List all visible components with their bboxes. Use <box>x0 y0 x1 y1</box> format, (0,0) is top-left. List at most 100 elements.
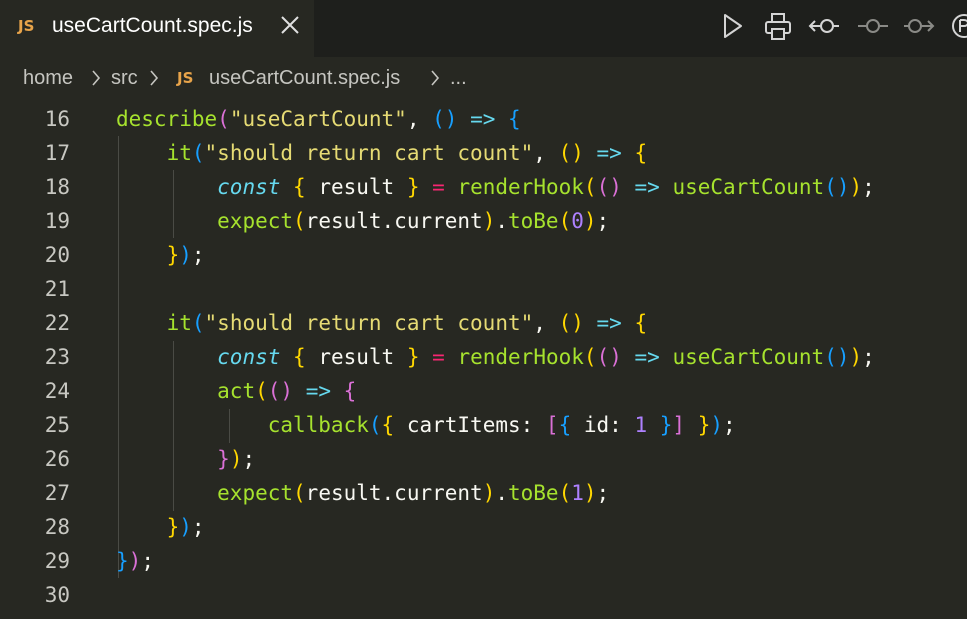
code-token: { <box>508 107 521 131</box>
current-change-icon[interactable] <box>856 11 890 43</box>
code-token: = <box>432 175 445 199</box>
more-icon[interactable] <box>948 11 967 43</box>
code-token: ( <box>191 141 205 165</box>
code-line[interactable]: act(() => { <box>116 374 356 408</box>
code-token: 1 <box>571 481 584 505</box>
code-line[interactable]: }); <box>116 238 205 272</box>
code-token: } <box>406 345 420 369</box>
code-line[interactable]: const { result } = renderHook(() => useC… <box>116 340 875 374</box>
code-line[interactable]: describe("useCartCount", () => { <box>116 102 521 136</box>
code-token: ) <box>229 447 243 471</box>
code-token: { <box>293 345 306 369</box>
code-token: ; <box>242 447 256 471</box>
code-token: toBe <box>508 481 559 505</box>
code-token: () <box>596 345 622 369</box>
code-token: ( <box>368 413 382 437</box>
chevron-right-icon <box>428 67 442 89</box>
code-token: describe <box>116 107 218 131</box>
code-token: => <box>634 345 660 369</box>
code-token: ; <box>596 481 610 505</box>
code-line[interactable]: }); <box>116 442 255 476</box>
breadcrumb-home[interactable]: home <box>23 65 73 91</box>
code-token: ) <box>583 481 597 505</box>
code-line[interactable]: callback({ cartItems: [{ id: 1 }] }); <box>116 408 736 442</box>
line-number: 28 <box>44 515 70 539</box>
code-token: useCartCount <box>672 345 825 369</box>
code-token: . <box>495 481 508 505</box>
code-token: () <box>824 345 850 369</box>
code-token: renderHook <box>457 175 584 199</box>
code-token: it <box>166 141 192 165</box>
code-token: ( <box>255 379 268 403</box>
code-token: = <box>432 345 445 369</box>
editor-tab[interactable]: JS useCartCount.spec.js <box>0 0 314 57</box>
code-token: const <box>217 345 281 369</box>
code-token: ; <box>141 549 154 573</box>
code-token: cartItems: <box>394 413 546 437</box>
code-token: ; <box>862 345 875 369</box>
code-line[interactable]: it("should return cart count", () => { <box>116 306 648 340</box>
code-line[interactable]: it("should return cart count", () => { <box>116 136 648 170</box>
code-token: ) <box>179 515 192 539</box>
code-token: act <box>217 379 256 403</box>
code-line[interactable]: const { result } = renderHook(() => useC… <box>116 170 875 204</box>
code-token: { <box>634 141 648 165</box>
chevron-right-icon <box>147 67 161 89</box>
code-token: { <box>558 413 572 437</box>
code-token: ( <box>217 107 230 131</box>
breadcrumb-file[interactable]: useCartCount.spec.js <box>209 65 400 91</box>
code-token: () <box>267 379 294 403</box>
code-token: { <box>343 379 357 403</box>
code-token: } <box>166 243 180 267</box>
line-number: 26 <box>44 447 70 471</box>
code-token: { <box>293 175 306 199</box>
code-token: ; <box>596 209 610 233</box>
next-change-icon[interactable] <box>902 11 936 43</box>
line-number: 25 <box>44 413 70 437</box>
chevron-right-icon <box>89 67 103 89</box>
code-token: ] <box>672 413 686 437</box>
breadcrumb: home src JS useCartCount.spec.js ... <box>0 57 967 97</box>
breadcrumb-symbols[interactable]: ... <box>450 65 467 91</box>
code-token: result <box>305 175 407 199</box>
previous-change-icon[interactable] <box>808 11 842 43</box>
code-token: useCartCount <box>672 175 825 199</box>
line-number: 27 <box>44 481 70 505</box>
code-token: ) <box>583 209 597 233</box>
breadcrumb-src[interactable]: src <box>111 65 138 91</box>
close-icon[interactable] <box>278 13 302 37</box>
code-token: => <box>470 107 496 131</box>
run-icon[interactable] <box>718 11 752 43</box>
print-icon[interactable] <box>762 11 796 43</box>
code-token: } <box>406 175 420 199</box>
code-token: () <box>824 175 850 199</box>
javascript-file-icon: JS <box>177 69 194 87</box>
code-token: , <box>533 141 559 165</box>
code-token: ) <box>849 175 863 199</box>
code-token: ) <box>128 549 142 573</box>
code-line[interactable]: }); <box>116 510 205 544</box>
code-token: => <box>305 379 331 403</box>
code-token: ; <box>191 243 205 267</box>
code-line[interactable]: expect(result.current).toBe(0); <box>116 204 609 238</box>
code-line[interactable]: expect(result.current).toBe(1); <box>116 476 609 510</box>
code-editor[interactable]: 16 describe("useCartCount", () => {17 it(… <box>0 97 967 619</box>
line-number: 16 <box>44 107 70 131</box>
code-line[interactable]: }); <box>116 544 154 578</box>
line-number: 18 <box>44 175 70 199</box>
